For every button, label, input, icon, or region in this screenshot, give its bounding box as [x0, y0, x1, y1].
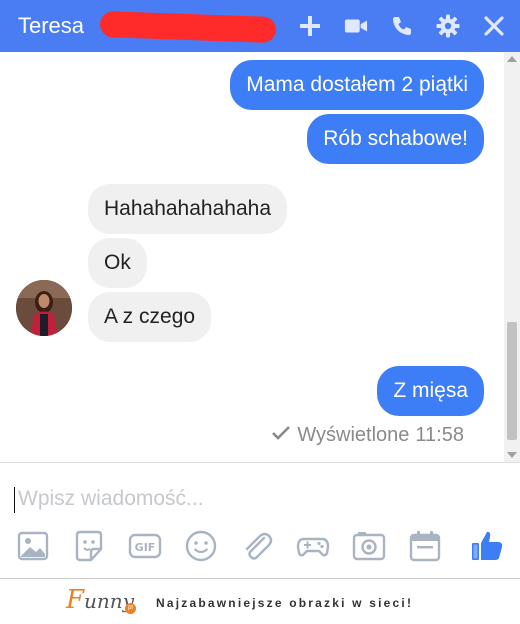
seen-label: Wyświetlone [297, 424, 410, 446]
message-input[interactable] [18, 483, 458, 515]
message-bubble-outgoing: Z mięsa [377, 366, 484, 416]
redaction-mark [99, 10, 277, 44]
chat-header: Teresa [0, 0, 520, 52]
funny-pl-logo[interactable]: Funny [66, 585, 134, 615]
gear-icon[interactable] [436, 14, 460, 38]
attachment-icon[interactable] [240, 529, 274, 563]
calendar-icon[interactable] [408, 529, 442, 563]
emoji-icon[interactable] [184, 529, 218, 563]
brand-initial: F [66, 585, 85, 615]
message-bubble-outgoing: Rób schabowe! [307, 114, 484, 164]
svg-text:GIF: GIF [135, 541, 156, 554]
seen-status: Wyświetlone 11:58 [271, 424, 464, 447]
contact-name[interactable]: Teresa [18, 13, 84, 39]
scrollbar[interactable] [504, 52, 520, 462]
video-camera-icon[interactable] [344, 14, 368, 38]
scrollbar-thumb[interactable] [507, 322, 517, 440]
header-actions [298, 0, 506, 52]
gif-icon[interactable]: GIF [128, 529, 162, 563]
site-footer: Funny pl Najzabawniejsze obrazki w sieci… [0, 579, 520, 624]
close-icon[interactable] [482, 14, 506, 38]
scroll-up-arrow-icon[interactable] [507, 56, 517, 62]
image-icon[interactable] [16, 529, 50, 563]
phone-icon[interactable] [390, 14, 414, 38]
text-caret [14, 487, 15, 513]
message-composer: GIF [0, 463, 520, 578]
message-bubble-incoming: Hahahahahahaha [88, 184, 287, 234]
message-bubble-incoming: A z czego [88, 292, 212, 342]
game-controller-icon[interactable] [296, 529, 330, 563]
camera-icon[interactable] [352, 529, 386, 563]
thumbs-up-icon[interactable] [470, 529, 504, 563]
message-list[interactable]: Mama dostałem 2 piątki Rób schabowe! Hah… [0, 52, 520, 462]
message-bubble-incoming: Ok [88, 238, 147, 288]
check-icon [271, 424, 291, 447]
plus-icon[interactable] [298, 14, 322, 38]
brand-badge: pl [125, 603, 136, 614]
composer-toolbar: GIF [16, 529, 506, 563]
contact-avatar[interactable] [16, 280, 72, 336]
scroll-down-arrow-icon[interactable] [507, 452, 517, 458]
message-bubble-outgoing: Mama dostałem 2 piątki [230, 60, 484, 110]
tagline: Najzabawniejsze obrazki w sieci! [156, 596, 414, 610]
sticker-icon[interactable] [72, 529, 106, 563]
seen-time: 11:58 [415, 424, 464, 446]
